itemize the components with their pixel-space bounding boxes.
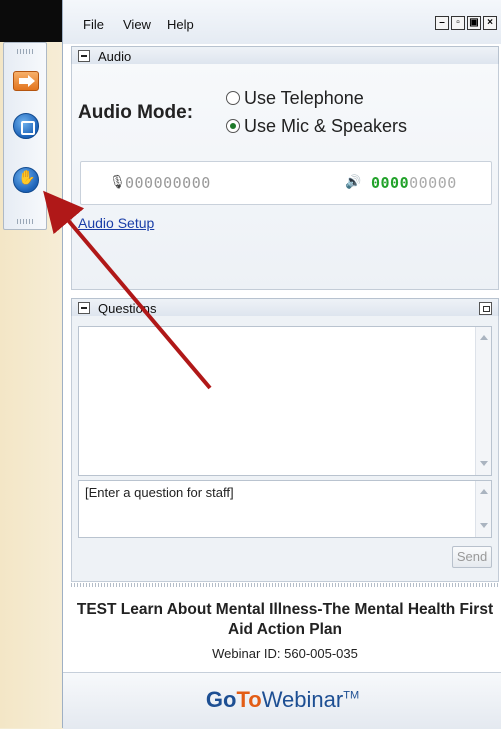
close-icon[interactable]: × — [483, 16, 497, 30]
gotowebinar-logo: GoToWebinarTM — [63, 687, 501, 713]
logo-to: To — [236, 687, 262, 712]
audio-section-title: Audio — [98, 49, 132, 64]
control-panel: File View Help – ▫ ▣ × Audio Audio Mode:… — [62, 0, 501, 729]
telephone-label: Use Telephone — [244, 88, 364, 108]
speaker-icon: 🔊 — [345, 175, 362, 190]
audio-section-header[interactable]: Audio — [71, 46, 499, 66]
toolbar-grip-bottom[interactable] — [17, 219, 33, 224]
questions-section-header[interactable]: Questions — [71, 298, 499, 318]
questions-section: [Enter a question for staff] Send — [71, 316, 499, 582]
left-toolbar — [3, 42, 47, 230]
webinar-id: Webinar ID: 560-005-035 — [212, 646, 358, 661]
input-scroll-down-icon[interactable] — [476, 519, 492, 533]
logo-webinar: Webinar — [261, 687, 344, 712]
popout-icon[interactable]: ▣ — [467, 16, 481, 30]
mic-speakers-radio[interactable] — [226, 119, 240, 133]
footer: GoToWebinarTM — [63, 672, 501, 729]
menu-view[interactable]: View — [123, 17, 151, 32]
scroll-up-icon[interactable] — [476, 331, 492, 345]
microphone-icon: 🎙 — [109, 175, 126, 190]
raise-hand-icon[interactable] — [13, 167, 39, 193]
question-input-placeholder: [Enter a question for staff] — [85, 485, 234, 500]
audio-mode-label: Audio Mode: — [78, 102, 194, 123]
minimize-icon[interactable]: – — [435, 16, 449, 30]
input-scroll-up-icon[interactable] — [476, 485, 492, 499]
toolbar-grip-top[interactable] — [17, 49, 33, 54]
telephone-option[interactable]: Use Telephone — [226, 88, 364, 109]
audio-level-meters: 🎙 000000000 🔊 000000000 — [80, 161, 492, 205]
mic-speakers-label: Use Mic & Speakers — [244, 116, 408, 136]
questions-log-scrollbar[interactable] — [475, 327, 491, 475]
mic-level-meter: 000000000 — [125, 174, 211, 192]
show-panel-arrow-icon[interactable] — [13, 71, 39, 91]
collapse-audio-icon[interactable] — [78, 50, 90, 62]
questions-section-title: Questions — [98, 301, 157, 316]
menu-bar: File View Help – ▫ ▣ × — [63, 0, 501, 44]
screen-icon[interactable] — [13, 113, 39, 139]
questions-log[interactable] — [78, 326, 492, 476]
question-input-scrollbar[interactable] — [475, 481, 491, 537]
logo-tm: TM — [343, 689, 360, 702]
restore-icon[interactable]: ▫ — [451, 16, 465, 30]
telephone-radio[interactable] — [226, 91, 240, 105]
speaker-level-unlit: 00000 — [409, 174, 457, 192]
audio-section: Audio Mode: Use Telephone Use Mic & Spea… — [71, 64, 499, 290]
dark-title-strip — [0, 0, 70, 42]
collapse-questions-icon[interactable] — [78, 302, 90, 314]
webinar-title: TEST Learn About Mental Illness-The Ment… — [76, 601, 494, 638]
audio-setup-link[interactable]: Audio Setup — [78, 215, 154, 231]
mic-speakers-option[interactable]: Use Mic & Speakers — [226, 116, 407, 137]
menu-help[interactable]: Help — [167, 17, 194, 32]
menu-file[interactable]: File — [83, 17, 104, 32]
scroll-down-icon[interactable] — [476, 457, 492, 471]
popout-questions-icon[interactable] — [479, 302, 492, 315]
speaker-level-lit: 0000 — [371, 174, 410, 192]
question-input[interactable]: [Enter a question for staff] — [78, 480, 492, 538]
logo-go: Go — [205, 687, 237, 712]
speaker-level-meter: 000000000 — [371, 174, 457, 192]
section-divider[interactable] — [71, 583, 499, 587]
send-button[interactable]: Send — [452, 546, 492, 568]
